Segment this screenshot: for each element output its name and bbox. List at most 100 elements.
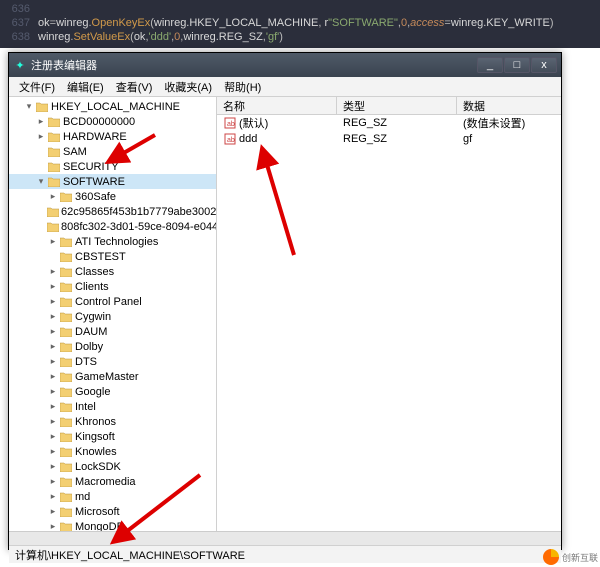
expand-toggle-icon[interactable]: ▸ <box>47 356 59 367</box>
close-button[interactable]: x <box>531 57 557 73</box>
col-data[interactable]: 数据 <box>457 97 561 114</box>
expand-toggle-icon[interactable]: ▸ <box>47 446 59 457</box>
statusbar: 计算机\HKEY_LOCAL_MACHINE\SOFTWARE <box>9 545 561 563</box>
tree-node[interactable]: ▸BCD00000000 <box>9 114 216 129</box>
folder-icon <box>47 116 61 128</box>
tree-node[interactable]: ▸Classes <box>9 264 216 279</box>
tree-node[interactable]: ▸ATI Technologies <box>9 234 216 249</box>
tree-node[interactable]: ▸Control Panel <box>9 294 216 309</box>
expand-toggle-icon[interactable]: ▾ <box>23 101 35 112</box>
tree-node[interactable]: ▸Clients <box>9 279 216 294</box>
tree-label: Dolby <box>75 341 103 353</box>
expand-toggle-icon[interactable]: ▸ <box>47 341 59 352</box>
tree-node[interactable]: ▸Kingsoft <box>9 429 216 444</box>
tree-label: DTS <box>75 356 97 368</box>
tree-node[interactable]: ▸ LockSDK <box>9 459 216 474</box>
tree-node[interactable]: ▸Cygwin <box>9 309 216 324</box>
expand-toggle-icon[interactable]: ▸ <box>47 431 59 442</box>
expand-toggle-icon[interactable]: ▸ <box>47 521 59 531</box>
expand-toggle-icon[interactable]: ▸ <box>47 491 59 502</box>
expand-toggle-icon[interactable]: ▸ <box>47 266 59 277</box>
folder-icon <box>59 491 73 503</box>
expand-toggle-icon[interactable]: ▸ <box>47 236 59 247</box>
tree-node[interactable]: 808fc302-3d01-59ce-8094-e0443a <box>9 219 216 234</box>
expand-toggle-icon[interactable]: ▸ <box>47 371 59 382</box>
tree-label: Microsoft <box>75 506 120 518</box>
expand-toggle-icon[interactable]: ▸ <box>47 506 59 517</box>
expand-toggle-icon[interactable]: ▸ <box>47 311 59 322</box>
line-number: 638 <box>0 30 38 44</box>
tree-node[interactable]: ▾SOFTWARE <box>9 174 216 189</box>
folder-icon <box>59 461 73 473</box>
values-list[interactable]: 名称 类型 数据 ab(默认)REG_SZ(数值未设置)abdddREG_SZg… <box>217 97 561 531</box>
tree-label: LockSDK <box>75 461 121 473</box>
expand-toggle-icon[interactable]: ▸ <box>47 386 59 397</box>
tree-label: 62c95865f453b1b7779abe3002e25 <box>61 206 217 218</box>
tree-label: HKEY_LOCAL_MACHINE <box>51 101 180 113</box>
value-row[interactable]: ab(默认)REG_SZ(数值未设置) <box>217 115 561 131</box>
tree-node[interactable]: ▸ Google <box>9 384 216 399</box>
folder-icon <box>35 101 49 113</box>
tree-node[interactable]: SAM <box>9 144 216 159</box>
folder-icon <box>59 296 73 308</box>
menu-view[interactable]: 查看(V) <box>110 79 159 95</box>
tree-node[interactable]: ▸HARDWARE <box>9 129 216 144</box>
list-header: 名称 类型 数据 <box>217 97 561 115</box>
tree-node[interactable]: ▸ Dolby <box>9 339 216 354</box>
tree-node[interactable]: ▾ HKEY_LOCAL_MACHINE <box>9 99 216 114</box>
expand-toggle-icon[interactable]: ▸ <box>47 476 59 487</box>
maximize-button[interactable]: □ <box>504 57 530 73</box>
tree-node[interactable]: ▸Knowles <box>9 444 216 459</box>
col-type[interactable]: 类型 <box>337 97 457 114</box>
folder-icon <box>59 341 73 353</box>
tree-node[interactable]: ▸ Microsoft <box>9 504 216 519</box>
folder-icon <box>59 431 73 443</box>
tree-node[interactable]: ▸ DTS <box>9 354 216 369</box>
registry-tree[interactable]: ▾ HKEY_LOCAL_MACHINE▸BCD00000000▸HARDWARE… <box>9 97 217 531</box>
tree-node[interactable]: ▸Macromedia <box>9 474 216 489</box>
svg-text:ab: ab <box>227 137 235 144</box>
tree-label: Google <box>75 386 110 398</box>
tree-node[interactable]: ▸GameMaster <box>9 369 216 384</box>
tree-node[interactable]: ▸DAUM <box>9 324 216 339</box>
tree-node[interactable]: ▸360Safe <box>9 189 216 204</box>
registry-editor-window: ✦ 注册表编辑器 _ □ x 文件(F) 编辑(E) 查看(V) 收藏夹(A) … <box>8 52 562 550</box>
folder-icon <box>59 416 73 428</box>
expand-toggle-icon[interactable]: ▸ <box>47 461 59 472</box>
menubar: 文件(F) 编辑(E) 查看(V) 收藏夹(A) 帮助(H) <box>9 77 561 97</box>
expand-toggle-icon[interactable]: ▸ <box>47 296 59 307</box>
menu-help[interactable]: 帮助(H) <box>218 79 267 95</box>
expand-toggle-icon[interactable]: ▸ <box>47 401 59 412</box>
tree-node[interactable]: CBSTEST <box>9 249 216 264</box>
tree-node[interactable]: ▸md <box>9 489 216 504</box>
folder-icon <box>47 146 61 158</box>
watermark-logo: 创新互联 <box>543 549 598 565</box>
menu-edit[interactable]: 编辑(E) <box>61 79 110 95</box>
expand-toggle-icon[interactable]: ▸ <box>47 281 59 292</box>
tree-node[interactable]: ▸Khronos <box>9 414 216 429</box>
folder-icon <box>59 401 73 413</box>
menu-file[interactable]: 文件(F) <box>13 79 61 95</box>
tree-node[interactable]: 62c95865f453b1b7779abe3002e25 <box>9 204 216 219</box>
svg-text:ab: ab <box>227 121 235 128</box>
col-name[interactable]: 名称 <box>217 97 337 114</box>
tree-node[interactable]: ▸ Intel <box>9 399 216 414</box>
expand-toggle-icon[interactable]: ▸ <box>47 326 59 337</box>
expand-toggle-icon[interactable]: ▾ <box>35 176 47 187</box>
folder-icon <box>47 221 59 233</box>
tree-node[interactable]: SECURITY <box>9 159 216 174</box>
folder-icon <box>47 131 61 143</box>
expand-toggle-icon[interactable]: ▸ <box>35 131 47 142</box>
menu-favorites[interactable]: 收藏夹(A) <box>158 79 218 95</box>
tree-label: Intel <box>75 401 96 413</box>
expand-toggle-icon[interactable]: ▸ <box>35 116 47 127</box>
tree-node[interactable]: ▸MongoDB <box>9 519 216 531</box>
folder-icon <box>47 206 59 218</box>
folder-icon <box>59 191 73 203</box>
expand-toggle-icon[interactable]: ▸ <box>47 191 59 202</box>
minimize-button[interactable]: _ <box>477 57 503 73</box>
titlebar[interactable]: ✦ 注册表编辑器 _ □ x <box>9 53 561 77</box>
horizontal-scrollbar[interactable] <box>9 531 561 545</box>
value-row[interactable]: abdddREG_SZgf <box>217 131 561 147</box>
expand-toggle-icon[interactable]: ▸ <box>47 416 59 427</box>
